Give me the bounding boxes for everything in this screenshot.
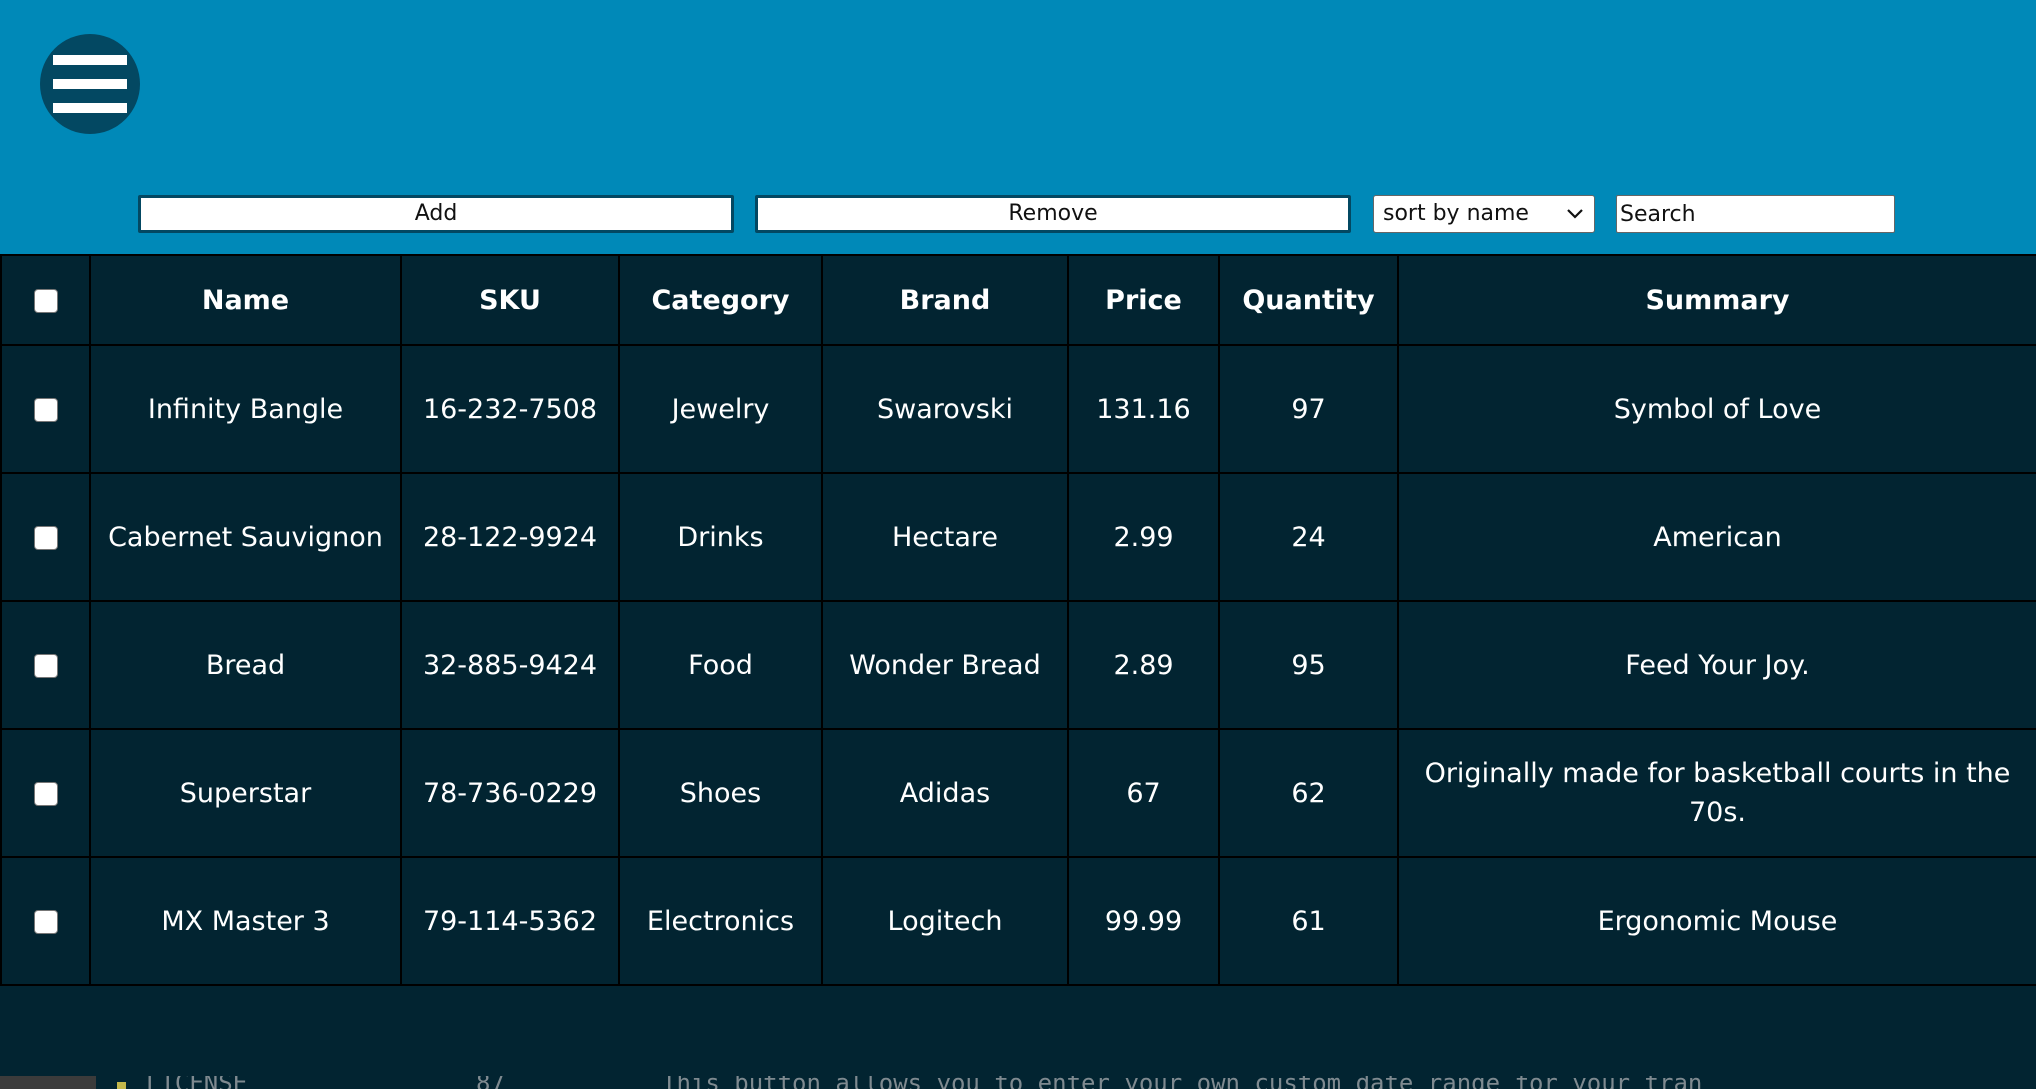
cell-sku: 79-114-5362: [400, 856, 620, 986]
table-row: MX Master 3 79-114-5362 Electronics Logi…: [0, 856, 2036, 986]
editor-line-number: 87: [476, 1076, 505, 1089]
cell-price: 99.99: [1067, 856, 1220, 986]
cell-category: Food: [618, 600, 823, 730]
chevron-down-icon: [1567, 209, 1583, 219]
column-header-category: Category: [618, 254, 823, 346]
row-checkbox[interactable]: [33, 654, 58, 678]
column-header-name: Name: [89, 254, 402, 346]
row-select-cell: [0, 600, 91, 730]
row-checkbox[interactable]: [33, 526, 58, 550]
row-select-cell: [0, 472, 91, 602]
cell-category: Jewelry: [618, 344, 823, 474]
cell-name: MX Master 3: [89, 856, 402, 986]
table-row: Bread 32-885-9424 Food Wonder Bread 2.89…: [0, 600, 2036, 730]
column-header-brand: Brand: [821, 254, 1069, 346]
inventory-app: Add Remove sort by name Name SKU C: [0, 0, 2036, 1089]
cell-brand: Logitech: [821, 856, 1069, 986]
cell-sku: 78-736-0229: [400, 728, 620, 858]
cell-summary: Originally made for basketball courts in…: [1397, 728, 2036, 858]
cell-brand: Swarovski: [821, 344, 1069, 474]
cell-sku: 32-885-9424: [400, 600, 620, 730]
cell-price: 67: [1067, 728, 1220, 858]
remove-button[interactable]: Remove: [755, 195, 1351, 233]
editor-file-label: LICENSE: [146, 1076, 247, 1089]
column-header-sku: SKU: [400, 254, 620, 346]
column-header-price: Price: [1067, 254, 1220, 346]
editor-code-text: This button allows you to enter your own…: [662, 1076, 1702, 1089]
cell-summary: Symbol of Love: [1397, 344, 2036, 474]
cell-quantity: 97: [1218, 344, 1399, 474]
cell-quantity: 24: [1218, 472, 1399, 602]
table-header-row: Name SKU Category Brand Price Quantity S…: [0, 254, 2036, 346]
hamburger-menu-icon[interactable]: [40, 34, 140, 134]
table-row: Cabernet Sauvignon 28-122-9924 Drinks He…: [0, 472, 2036, 602]
select-all-cell: [0, 254, 91, 346]
cell-quantity: 61: [1218, 856, 1399, 986]
cell-brand: Adidas: [821, 728, 1069, 858]
page: Add Remove sort by name Name SKU C: [0, 0, 2036, 1089]
row-checkbox[interactable]: [33, 910, 58, 934]
background-editor-line: LICENSE 87 This button allows you to ent…: [0, 1076, 2036, 1089]
row-select-cell: [0, 728, 91, 858]
cell-quantity: 95: [1218, 600, 1399, 730]
table-row: Superstar 78-736-0229 Shoes Adidas 67 62…: [0, 728, 2036, 858]
cell-summary: Ergonomic Mouse: [1397, 856, 2036, 986]
editor-gutter: [0, 1076, 96, 1089]
cell-name: Cabernet Sauvignon: [89, 472, 402, 602]
product-table: Name SKU Category Brand Price Quantity S…: [0, 254, 2036, 986]
cell-quantity: 62: [1218, 728, 1399, 858]
cell-name: Superstar: [89, 728, 402, 858]
row-select-cell: [0, 344, 91, 474]
table-row: Infinity Bangle 16-232-7508 Jewelry Swar…: [0, 344, 2036, 474]
row-checkbox[interactable]: [33, 782, 58, 806]
app-header: Add Remove sort by name: [0, 0, 2036, 254]
file-modified-icon: [117, 1082, 126, 1089]
column-header-quantity: Quantity: [1218, 254, 1399, 346]
search-input[interactable]: [1616, 195, 1895, 233]
cell-price: 2.89: [1067, 600, 1220, 730]
cell-name: Infinity Bangle: [89, 344, 402, 474]
cell-price: 2.99: [1067, 472, 1220, 602]
sort-select[interactable]: sort by name: [1373, 195, 1595, 233]
cell-sku: 28-122-9924: [400, 472, 620, 602]
cell-brand: Wonder Bread: [821, 600, 1069, 730]
add-button[interactable]: Add: [138, 195, 734, 233]
cell-brand: Hectare: [821, 472, 1069, 602]
cell-sku: 16-232-7508: [400, 344, 620, 474]
cell-summary: American: [1397, 472, 2036, 602]
sort-select-value: sort by name: [1383, 201, 1529, 226]
cell-category: Electronics: [618, 856, 823, 986]
cell-name: Bread: [89, 600, 402, 730]
cell-category: Drinks: [618, 472, 823, 602]
cell-summary: Feed Your Joy.: [1397, 600, 2036, 730]
cell-category: Shoes: [618, 728, 823, 858]
row-select-cell: [0, 856, 91, 986]
cell-price: 131.16: [1067, 344, 1220, 474]
column-header-summary: Summary: [1397, 254, 2036, 346]
row-checkbox[interactable]: [33, 398, 58, 422]
select-all-checkbox[interactable]: [33, 289, 58, 313]
